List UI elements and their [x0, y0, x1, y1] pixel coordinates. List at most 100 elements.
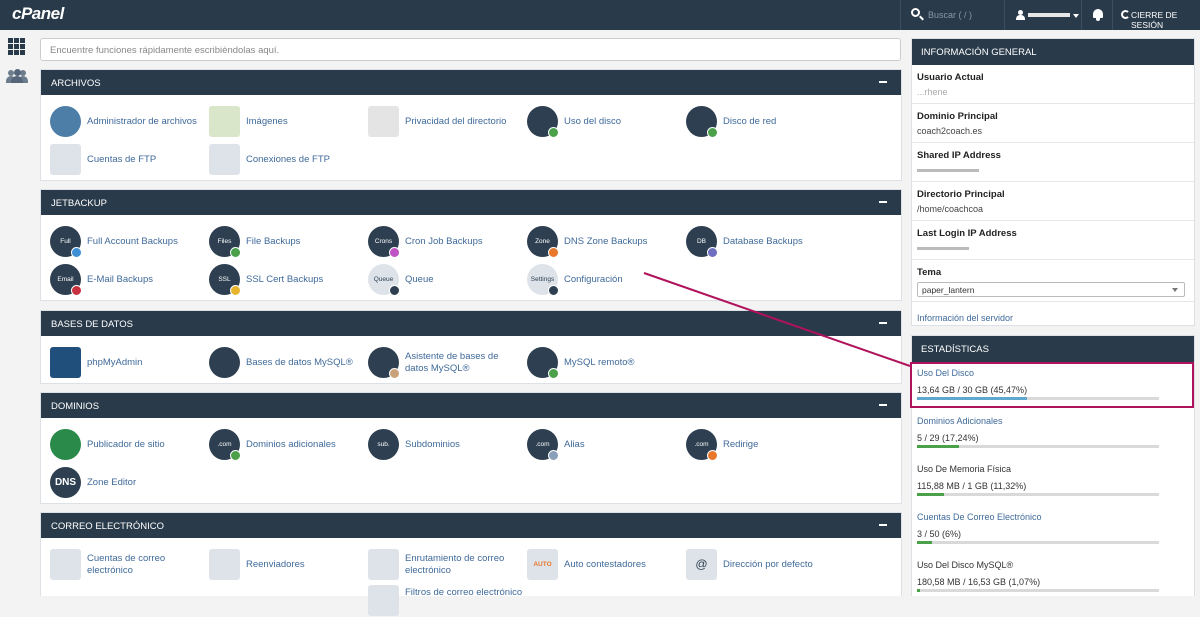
stat-label[interactable]: Cuentas De Correo Electrónico: [917, 512, 1189, 522]
panel-title: DOMINIOS: [51, 401, 100, 412]
minus-icon[interactable]: [879, 81, 887, 83]
info-value: [917, 165, 1189, 175]
info-key: Directorio Principal: [917, 189, 1005, 200]
stat-progress-fill: [917, 445, 959, 448]
item-label: Imágenes: [246, 116, 288, 127]
stat-value: 3 / 50 (6%): [917, 529, 962, 539]
file-backups-link[interactable]: Files File Backups: [200, 224, 358, 258]
notifications-button[interactable]: [1083, 0, 1113, 30]
site-publisher-link[interactable]: Publicador de sitio: [41, 427, 199, 461]
item-label: Zone Editor: [87, 477, 137, 488]
stat-item[interactable]: Dominios Adicionales 5 / 29 (17,24%): [912, 410, 1194, 458]
cpanel-logo[interactable]: cPanel: [12, 4, 64, 24]
theme-select[interactable]: paper_lantern: [917, 282, 1185, 297]
item-label: MySQL remoto®: [564, 357, 635, 368]
panel-header[interactable]: DOMINIOS: [41, 393, 901, 418]
stat-item: Uso De Memoria Física 115,88 MB / 1 GB (1…: [912, 458, 1194, 506]
database-backups-link[interactable]: DB Database Backups: [677, 224, 835, 258]
panel-header[interactable]: CORREO ELECTRÓNICO: [41, 513, 901, 538]
ftp-accounts-link[interactable]: Cuentas de FTP: [41, 142, 199, 176]
panel-header[interactable]: ARCHIVOS: [41, 70, 901, 95]
minus-icon[interactable]: [879, 404, 887, 406]
stat-label[interactable]: Dominios Adicionales: [917, 416, 1189, 426]
function-search-input[interactable]: Encuentre funciones rápidamente escribié…: [40, 38, 901, 61]
theme-label: Tema: [917, 267, 942, 278]
file-manager-link[interactable]: Administrador de archivos: [41, 104, 199, 138]
email-backups-link[interactable]: Email E-Mail Backups: [41, 262, 199, 296]
item-label: Reenviadores: [246, 559, 305, 570]
logout-button[interactable]: CIERRE DE SESIÓN: [1114, 0, 1200, 30]
images-link[interactable]: Imágenes: [200, 104, 358, 138]
user-menu[interactable]: [1006, 0, 1082, 30]
top-search[interactable]: Buscar ( / ): [900, 0, 1005, 30]
minus-icon[interactable]: [879, 201, 887, 203]
queue-link[interactable]: Queue Queue: [359, 262, 517, 296]
subdomains-link[interactable]: sub. Subdominios: [359, 427, 517, 461]
stat-item: Uso Del Disco MySQL® 180,58 MB / 16,53 GB…: [912, 554, 1194, 602]
email-accounts-link[interactable]: Cuentas de correo electrónico: [41, 547, 199, 581]
users-icon[interactable]: [6, 69, 28, 83]
item-label: DNS Zone Backups: [564, 236, 648, 247]
autoresponders-link[interactable]: AUTO Auto contestadores: [518, 547, 676, 581]
forwarders-link[interactable]: Reenviadores: [200, 547, 358, 581]
paper-plane-icon: [50, 429, 81, 460]
stat-progress-fill: [917, 589, 920, 592]
item-label: Publicador de sitio: [87, 439, 165, 450]
panel-jetbackup: JETBACKUP Full Full Account Backups Files…: [40, 189, 902, 301]
directory-privacy-link[interactable]: Privacidad del directorio: [359, 104, 517, 138]
email-backup-icon: Email: [50, 264, 82, 296]
phpmyadmin-link[interactable]: phpMyAdmin: [41, 345, 199, 379]
item-label: Cuentas de FTP: [87, 154, 157, 165]
stat-progress-bar: [917, 541, 1159, 544]
panel-header[interactable]: BASES DE DATOS: [41, 311, 901, 336]
minus-icon[interactable]: [879, 322, 887, 324]
ftp-connections-link[interactable]: Conexiones de FTP: [200, 142, 358, 176]
info-key: Usuario Actual: [917, 72, 984, 83]
cron-job-backups-link[interactable]: Crons Cron Job Backups: [359, 224, 517, 258]
filter-icon: [368, 585, 399, 616]
zone-backup-icon: Zone: [527, 226, 559, 258]
minus-icon[interactable]: [879, 524, 887, 526]
image-icon: [209, 106, 240, 137]
addon-domains-link[interactable]: .com Dominios adicionales: [200, 427, 358, 461]
general-info-panel: INFORMACIÓN GENERAL Usuario Actual ...rhe…: [911, 38, 1195, 326]
server-info-link[interactable]: Información del servidor: [917, 313, 1013, 323]
remote-mysql-link[interactable]: MySQL remoto®: [518, 345, 676, 379]
network-disk-link[interactable]: Disco de red: [677, 104, 835, 138]
top-search-placeholder: Buscar ( / ): [928, 10, 973, 20]
configuration-link[interactable]: Settings Configuración: [518, 262, 676, 296]
default-address-link[interactable]: @ Dirección por defecto: [677, 547, 835, 581]
stat-value: 5 / 29 (17,24%): [917, 433, 979, 443]
full-backup-icon: Full: [50, 226, 82, 258]
item-label: Queue: [405, 274, 434, 285]
grid-icon[interactable]: [8, 38, 26, 55]
stat-item[interactable]: Cuentas De Correo Electrónico 3 / 50 (6%): [912, 506, 1194, 554]
ftp-accounts-icon: [50, 144, 81, 175]
item-label: Dirección por defecto: [723, 559, 813, 570]
at-envelope-icon: @: [686, 549, 717, 580]
panel-title: BASES DE DATOS: [51, 319, 134, 330]
redirects-link[interactable]: .com Redirige: [677, 427, 835, 461]
info-value: [917, 243, 1189, 253]
disk-usage-link[interactable]: Uso del disco: [518, 104, 676, 138]
file-cabinet-icon: [50, 106, 81, 137]
redirect-icon: .com: [686, 429, 718, 461]
item-label: phpMyAdmin: [87, 357, 143, 368]
panel-title: JETBACKUP: [51, 198, 107, 209]
mysql-databases-link[interactable]: Bases de datos MySQL®: [200, 345, 358, 379]
email-filters-link[interactable]: Filtros de correo electrónico: [359, 583, 522, 617]
ssl-cert-backups-link[interactable]: SSL SSL Cert Backups: [200, 262, 358, 296]
stat-label: Uso De Memoria Física: [917, 464, 1012, 474]
settings-icon: Settings: [527, 264, 559, 296]
panel-header[interactable]: JETBACKUP: [41, 190, 901, 215]
zone-editor-link[interactable]: DNS Zone Editor: [41, 465, 199, 499]
email-routing-link[interactable]: Enrutamiento de correo electrónico: [359, 547, 517, 581]
aliases-link[interactable]: .com Alias: [518, 427, 676, 461]
dns-zone-backups-link[interactable]: Zone DNS Zone Backups: [518, 224, 676, 258]
dns-icon: DNS: [50, 467, 81, 498]
mysql-wizard-link[interactable]: Asistente de bases de datos MySQL®: [359, 345, 517, 379]
full-account-backups-link[interactable]: Full Full Account Backups: [41, 224, 199, 258]
item-label: Full Account Backups: [87, 236, 178, 247]
info-value: coach2coach.es: [917, 126, 983, 136]
info-key: Dominio Principal: [917, 111, 998, 122]
